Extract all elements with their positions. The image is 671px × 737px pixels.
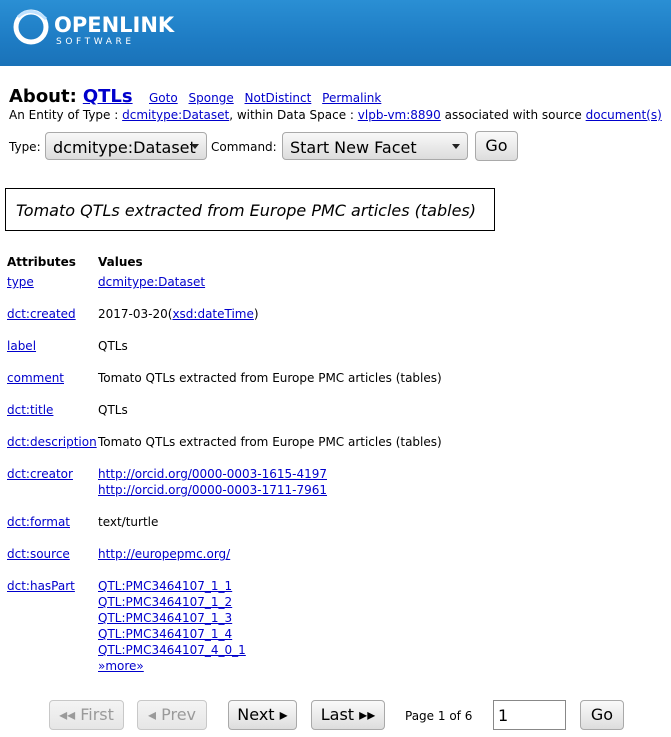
attr-title-link[interactable]: dct:title: [7, 403, 53, 417]
attr-haspart-link[interactable]: dct:hasPart: [7, 579, 75, 593]
value-text: QTLs: [98, 403, 128, 417]
last-page-button[interactable]: Last ▸▸: [311, 700, 385, 730]
goto-link[interactable]: Goto: [149, 91, 178, 105]
source-documents-link[interactable]: document(s): [586, 108, 662, 122]
page-info: Page 1 of 6: [405, 709, 473, 723]
entity-suffix: associated with source: [444, 108, 582, 122]
attr-comment-link[interactable]: comment: [7, 371, 64, 385]
value-link[interactable]: QTL:PMC3464107_1_3: [98, 611, 246, 627]
value-link[interactable]: dcmitype:Dataset: [98, 275, 205, 289]
about-title-link[interactable]: QTLs: [83, 86, 133, 107]
attr-label-link[interactable]: label: [7, 339, 36, 353]
sponge-link[interactable]: Sponge: [189, 91, 234, 105]
value-link[interactable]: QTL:PMC3464107_1_2: [98, 595, 246, 611]
about-links: Goto Sponge NotDistinct Permalink: [149, 91, 388, 105]
openlink-logo[interactable]: OPENLINK SOFTWARE: [12, 7, 175, 57]
entity-prefix: An Entity of Type :: [9, 108, 119, 122]
value-link[interactable]: QTL:PMC3464107_1_4: [98, 627, 246, 643]
openlink-swirl-icon: [13, 9, 49, 45]
type-label: Type:: [9, 140, 41, 154]
logo-subtext: SOFTWARE: [56, 37, 135, 47]
chevron-down-icon: [191, 144, 199, 149]
data-space-link[interactable]: vlpb-vm:8890: [358, 108, 441, 122]
chevron-down-icon: [452, 144, 460, 149]
entity-middle: , within Data Space :: [229, 108, 354, 122]
description-box: Tomato QTLs extracted from Europe PMC ar…: [5, 188, 495, 231]
value-text: text/turtle: [98, 515, 159, 529]
description-text: Tomato QTLs extracted from Europe PMC ar…: [16, 201, 476, 220]
logo-text: OPENLINK: [54, 13, 175, 37]
command-select-value: Start New Facet: [290, 138, 417, 157]
value-text: 2017-03-20: [98, 307, 168, 321]
prev-page-button[interactable]: ◂ Prev: [137, 700, 207, 730]
attr-created-link[interactable]: dct:created: [7, 307, 76, 321]
value-text: Tomato QTLs extracted from Europe PMC ar…: [98, 371, 442, 385]
datatype-link[interactable]: xsd:dateTime: [172, 307, 253, 321]
attr-type-link[interactable]: type: [7, 275, 34, 289]
entity-line: An Entity of Type : dcmitype:Dataset, wi…: [9, 108, 662, 122]
type-select[interactable]: dcmitype:Dataset: [45, 132, 207, 160]
attributes-header: Attributes: [7, 255, 76, 269]
attr-description-link[interactable]: dct:description: [7, 435, 97, 449]
attr-source-link[interactable]: dct:source: [7, 547, 70, 561]
values-header: Values: [98, 255, 143, 269]
header-banner: OPENLINK SOFTWARE: [0, 0, 671, 66]
value-link[interactable]: QTL:PMC3464107_4_0_1: [98, 643, 246, 659]
type-select-value: dcmitype:Dataset: [53, 138, 196, 157]
page-number-input[interactable]: [493, 700, 566, 730]
value-text: Tomato QTLs extracted from Europe PMC ar…: [98, 435, 442, 449]
attr-format-link[interactable]: dct:format: [7, 515, 70, 529]
notdistinct-link[interactable]: NotDistinct: [245, 91, 312, 105]
value-link[interactable]: http://orcid.org/0000-0003-1615-4197: [98, 467, 327, 483]
command-label: Command:: [211, 140, 277, 154]
next-page-button[interactable]: Next ▸: [228, 700, 297, 730]
first-page-button[interactable]: ◂◂ First: [49, 700, 124, 730]
value-link[interactable]: http://europepmc.org/: [98, 547, 230, 561]
about-heading: About: QTLs: [9, 86, 133, 107]
page-go-button[interactable]: Go: [580, 700, 624, 730]
value-link[interactable]: QTL:PMC3464107_1_1: [98, 579, 246, 595]
value-text: QTLs: [98, 339, 128, 353]
about-label: About:: [9, 86, 77, 107]
permalink-link[interactable]: Permalink: [322, 91, 381, 105]
facet-controls: Type: dcmitype:Dataset Command: Start Ne…: [9, 131, 669, 161]
value-link[interactable]: http://orcid.org/0000-0003-1711-7961: [98, 483, 327, 499]
attr-creator-link[interactable]: dct:creator: [7, 467, 73, 481]
command-select[interactable]: Start New Facet: [282, 132, 468, 160]
go-button[interactable]: Go: [475, 131, 518, 161]
more-link[interactable]: »more»: [98, 659, 246, 675]
entity-type-link[interactable]: dcmitype:Dataset: [122, 108, 229, 122]
